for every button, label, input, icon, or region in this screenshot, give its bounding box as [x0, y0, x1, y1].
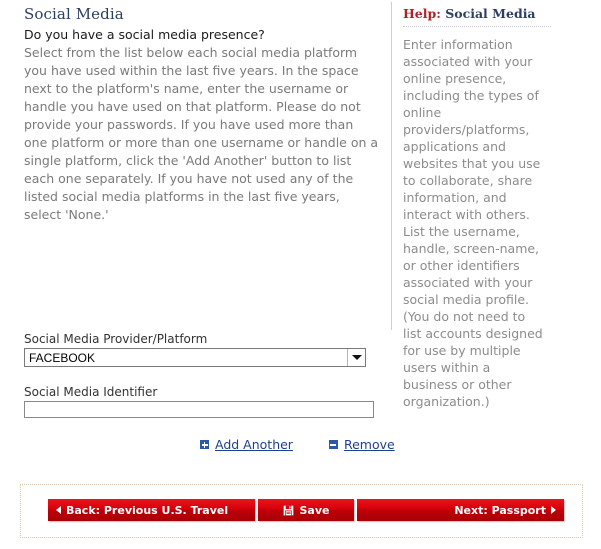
next-button[interactable]: Next: Passport — [357, 499, 564, 521]
add-another-label: Add Another — [215, 437, 293, 452]
help-topic: Social Media — [445, 6, 536, 21]
back-button-label: Back: Previous U.S. Travel — [66, 503, 229, 517]
row-action-links: Add Another Remove — [200, 437, 395, 452]
provider-field-label: Social Media Provider/Platform — [24, 332, 208, 346]
navigation-buttons: Back: Previous U.S. Travel Save Next: Pa… — [48, 499, 564, 521]
help-label: Help: — [403, 6, 441, 21]
provider-select[interactable]: FACEBOOK — [24, 348, 366, 367]
save-button-label: Save — [299, 503, 330, 517]
chevron-down-glyph — [352, 355, 362, 360]
question-text: Do you have a social media presence? — [24, 27, 265, 42]
identifier-field-label: Social Media Identifier — [24, 385, 158, 399]
arrow-right-icon — [551, 506, 556, 514]
back-button[interactable]: Back: Previous U.S. Travel — [48, 499, 255, 521]
field-spacer — [24, 367, 384, 385]
arrow-left-icon — [56, 506, 61, 514]
floppy-disk-icon — [282, 504, 294, 516]
page-title: Social Media — [24, 5, 124, 23]
minus-square-icon — [328, 440, 338, 449]
next-button-label: Next: Passport — [454, 503, 546, 517]
social-media-form: Social Media Provider/Platform FACEBOOK … — [24, 332, 384, 418]
description-text: Select from the list below each social m… — [24, 45, 379, 222]
remove-label: Remove — [343, 437, 395, 452]
identifier-input[interactable] — [24, 401, 374, 418]
remove-link[interactable]: Remove — [328, 437, 395, 452]
social-media-page: Social Media Do you have a social media … — [0, 0, 601, 549]
navigation-bar: Back: Previous U.S. Travel Save Next: Pa… — [20, 484, 583, 538]
help-title: Help: Social Media — [403, 6, 553, 21]
help-panel: Help: Social Media Enter information ass… — [403, 6, 553, 410]
help-divider — [403, 26, 551, 27]
save-button[interactable]: Save — [258, 499, 354, 521]
main-content-column: Social Media Do you have a social media … — [24, 5, 379, 224]
provider-select-value: FACEBOOK — [29, 351, 96, 365]
help-body-text: Enter information associated with your o… — [403, 37, 543, 409]
add-another-link[interactable]: Add Another — [200, 437, 293, 452]
plus-square-icon — [200, 440, 209, 449]
chevron-down-icon[interactable] — [347, 349, 365, 366]
column-divider — [391, 2, 392, 330]
